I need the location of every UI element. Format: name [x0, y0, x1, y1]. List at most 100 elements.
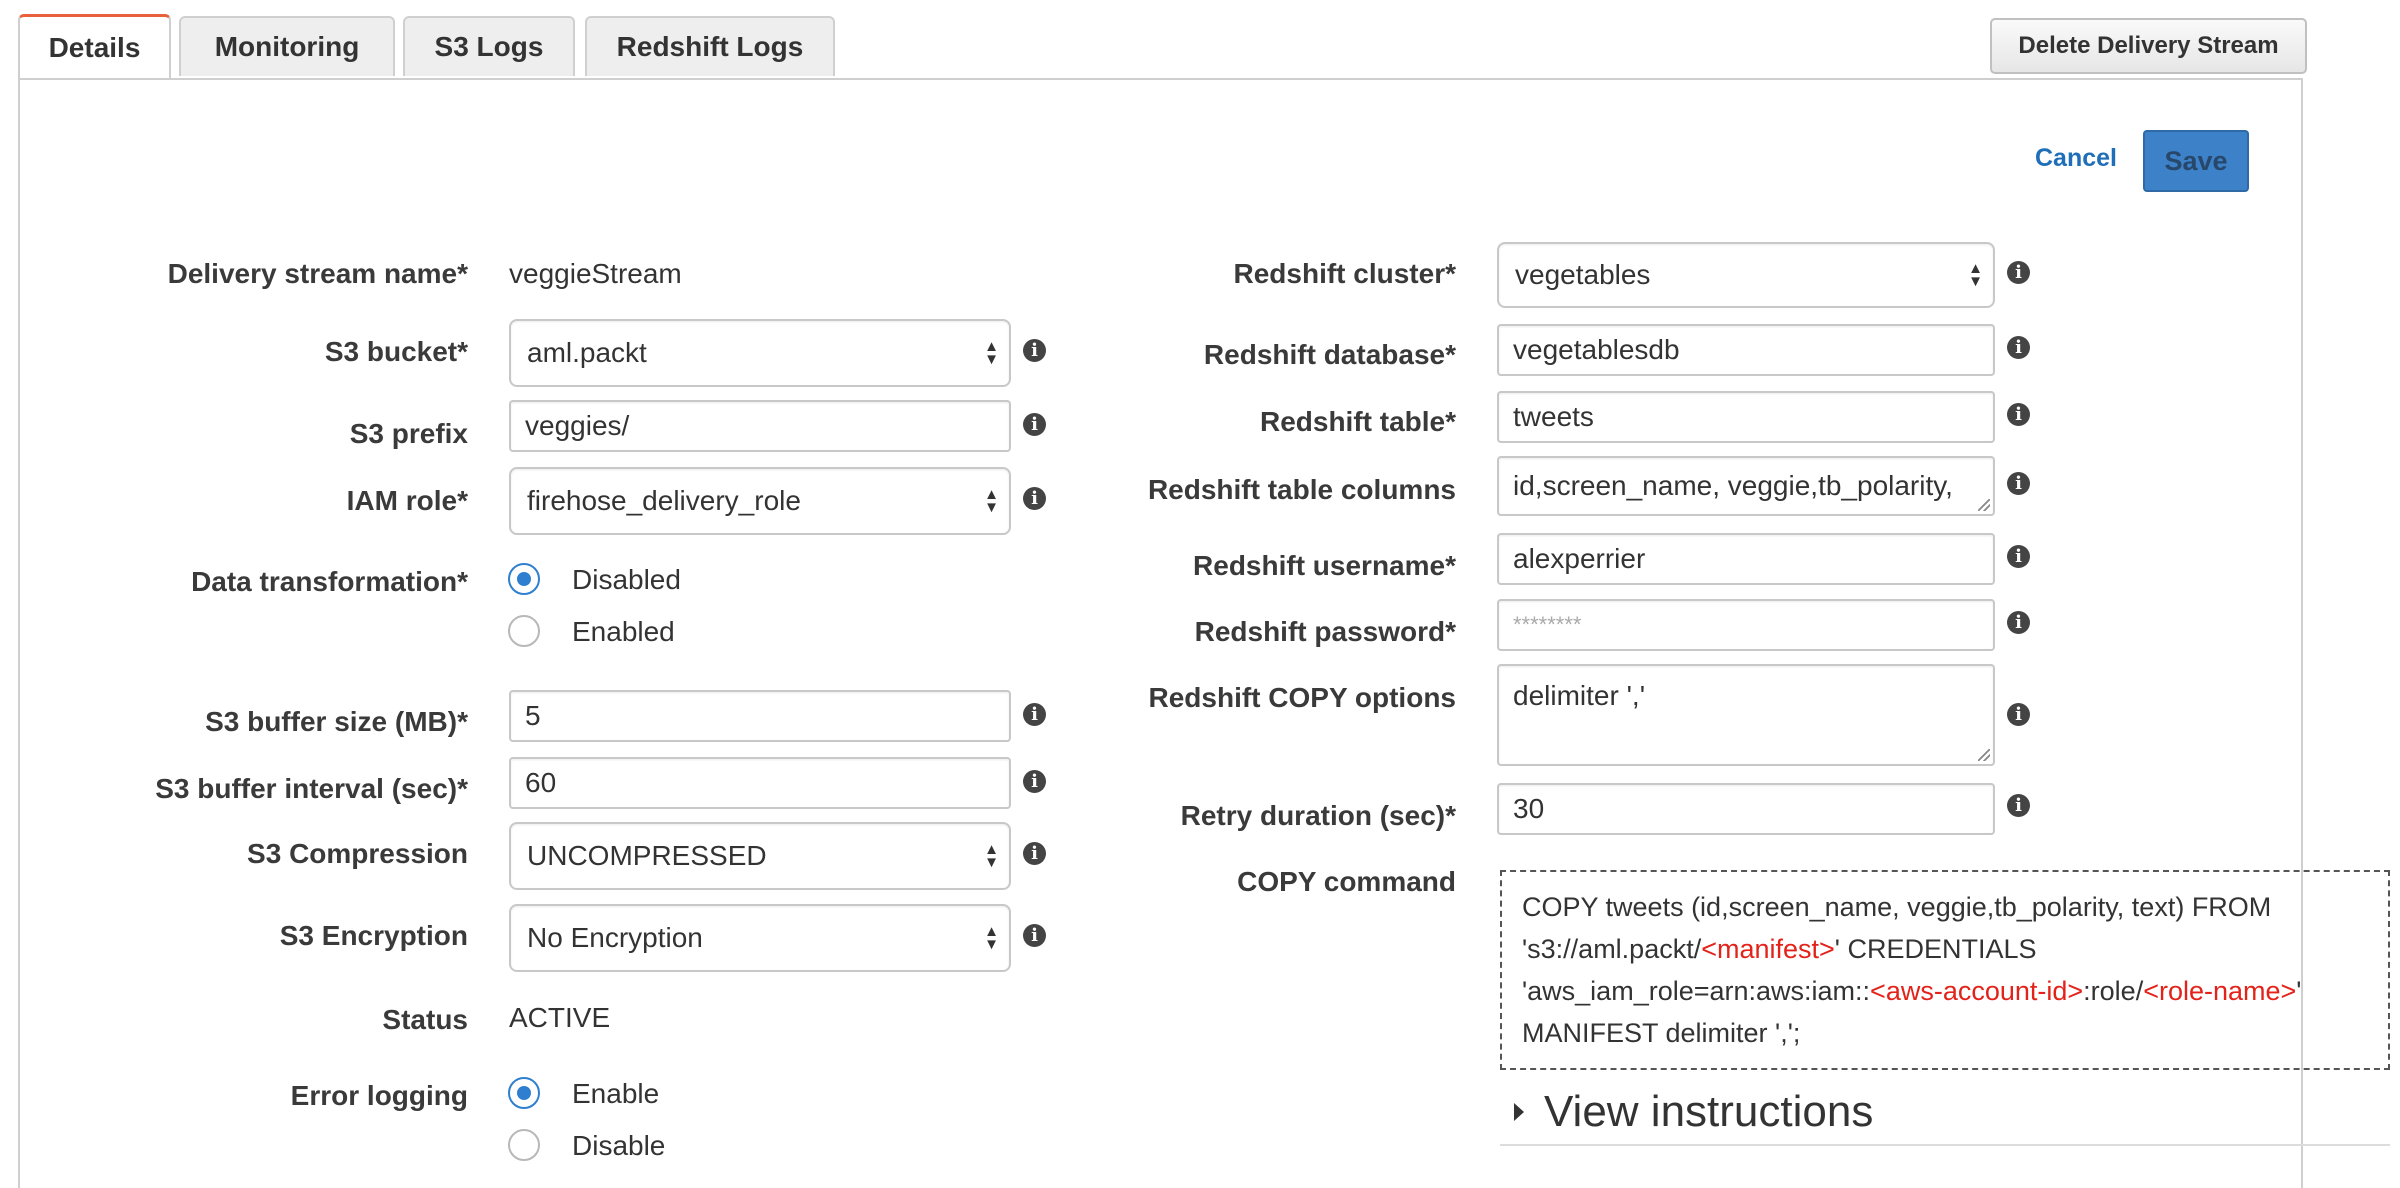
redshift-table-input[interactable]: tweets: [1497, 391, 1995, 443]
retry-duration-input[interactable]: 30: [1497, 783, 1995, 835]
s3-bucket-value: aml.packt: [527, 337, 647, 368]
redshift-database-input[interactable]: vegetablesdb: [1497, 324, 1995, 376]
info-icon[interactable]: i: [1023, 339, 1046, 362]
copy-command-label: COPY command: [1237, 866, 1456, 897]
s3-prefix-label: S3 prefix: [349, 418, 468, 449]
account-id-placeholder: <aws-account-id>: [1870, 976, 2084, 1006]
s3-buffer-interval-value: 60: [525, 767, 557, 798]
s3-buffer-size-label: S3 buffer size (MB)*: [205, 706, 468, 737]
redshift-table-columns-label: Redshift table columns: [1147, 474, 1456, 505]
error-logging-label: Error logging: [290, 1080, 468, 1111]
cancel-link[interactable]: Cancel: [2035, 144, 2117, 173]
select-arrows-icon: ▲ ▼: [984, 338, 999, 368]
info-icon[interactable]: i: [2007, 611, 2030, 634]
transform-disabled-label[interactable]: Disabled: [572, 564, 681, 596]
manifest-placeholder: <manifest>: [1701, 934, 1835, 964]
redshift-username-value: alexperrier: [1513, 543, 1646, 574]
redshift-table-columns-textarea[interactable]: id,screen_name, veggie,tb_polarity,: [1497, 456, 1995, 516]
redshift-password-input[interactable]: ********: [1497, 599, 1995, 651]
redshift-username-input[interactable]: alexperrier: [1497, 533, 1995, 585]
error-logging-enable-label[interactable]: Enable: [572, 1078, 659, 1110]
copy-command-line-2: 's3://aml.packt/<manifest>' CREDENTIALS: [1522, 934, 2037, 964]
role-name-placeholder: <role-name>: [2143, 976, 2297, 1006]
copy-command-box: COPY tweets (id,screen_name, veggie,tb_p…: [1500, 870, 2390, 1070]
copy-command-line-1: COPY tweets (id,screen_name, veggie,tb_p…: [1522, 892, 2272, 922]
info-icon[interactable]: i: [2007, 472, 2030, 495]
redshift-username-label: Redshift username*: [1193, 550, 1456, 581]
s3-buffer-size-input[interactable]: 5: [509, 690, 1011, 742]
s3-prefix-input[interactable]: veggies/: [509, 400, 1011, 452]
iam-role-select[interactable]: firehose_delivery_role ▲ ▼: [509, 467, 1011, 535]
redshift-cluster-label: Redshift cluster*: [1233, 258, 1457, 289]
info-icon[interactable]: i: [1023, 770, 1046, 793]
retry-duration-label: Retry duration (sec)*: [1180, 800, 1456, 831]
tab-monitoring[interactable]: Monitoring: [179, 16, 395, 76]
redshift-database-label: Redshift database*: [1203, 339, 1456, 370]
select-arrows-icon: ▲ ▼: [1968, 260, 1983, 290]
s3-bucket-select[interactable]: aml.packt ▲ ▼: [509, 319, 1011, 387]
stream-name-label: Delivery stream name*: [167, 258, 468, 289]
transform-disabled-radio[interactable]: [508, 563, 540, 595]
copy-command-line-4: MANIFEST delimiter ',';: [1522, 1018, 1801, 1048]
redshift-copy-options-label: Redshift COPY options: [1148, 682, 1457, 713]
redshift-cluster-select[interactable]: vegetables ▲ ▼: [1497, 242, 1995, 308]
s3-compression-label: S3 Compression: [247, 838, 468, 869]
save-button[interactable]: Save: [2143, 130, 2249, 192]
redshift-copy-options-value: delimiter ',': [1513, 680, 1646, 711]
s3-buffer-interval-label: S3 buffer interval (sec)*: [155, 773, 468, 804]
info-icon[interactable]: i: [2007, 336, 2030, 359]
redshift-table-columns-value: id,screen_name, veggie,tb_polarity,: [1513, 470, 1953, 501]
retry-duration-value: 30: [1513, 793, 1545, 824]
transform-enabled-label[interactable]: Enabled: [572, 616, 675, 648]
redshift-copy-options-textarea[interactable]: delimiter ',': [1497, 664, 1995, 766]
s3-encryption-select[interactable]: No Encryption ▲ ▼: [509, 904, 1011, 972]
redshift-table-label: Redshift table*: [1259, 406, 1456, 437]
delete-delivery-stream-button[interactable]: Delete Delivery Stream: [1990, 18, 2307, 74]
info-icon[interactable]: i: [2007, 261, 2030, 284]
iam-role-label: IAM role*: [346, 485, 468, 516]
resize-handle-icon[interactable]: [1978, 749, 1990, 761]
stream-name-value: veggieStream: [509, 258, 682, 289]
info-icon[interactable]: i: [1023, 703, 1046, 726]
redshift-database-value: vegetablesdb: [1513, 334, 1680, 365]
status-label: Status: [382, 1004, 468, 1035]
select-arrows-icon: ▲ ▼: [984, 486, 999, 516]
s3-encryption-label: S3 Encryption: [279, 920, 468, 951]
error-logging-disable-radio[interactable]: [508, 1129, 540, 1161]
transform-enabled-radio[interactable]: [508, 615, 540, 647]
s3-buffer-interval-input[interactable]: 60: [509, 757, 1011, 809]
info-icon[interactable]: i: [2007, 794, 2030, 817]
info-icon[interactable]: i: [1023, 413, 1046, 436]
iam-role-value: firehose_delivery_role: [527, 485, 801, 516]
error-logging-disable-label[interactable]: Disable: [572, 1130, 665, 1162]
redshift-table-value: tweets: [1513, 401, 1594, 432]
error-logging-enable-radio[interactable]: [508, 1077, 540, 1109]
view-instructions-toggle[interactable]: View instructions: [1500, 1080, 2390, 1146]
copy-command-line-3: 'aws_iam_role=arn:aws:iam::<aws-account-…: [1522, 976, 2302, 1006]
info-icon[interactable]: i: [1023, 842, 1046, 865]
caret-right-icon: [1514, 1103, 1524, 1121]
select-arrows-icon: ▲ ▼: [984, 923, 999, 953]
s3-buffer-size-value: 5: [525, 700, 541, 731]
view-instructions-label: View instructions: [1544, 1087, 1874, 1136]
s3-encryption-value: No Encryption: [527, 922, 703, 953]
resize-handle-icon[interactable]: [1978, 499, 1990, 511]
s3-compression-select[interactable]: UNCOMPRESSED ▲ ▼: [509, 822, 1011, 890]
info-icon[interactable]: i: [2007, 545, 2030, 568]
s3-prefix-value: veggies/: [525, 410, 630, 441]
info-icon[interactable]: i: [1023, 487, 1046, 510]
redshift-cluster-value: vegetables: [1515, 259, 1651, 290]
select-arrows-icon: ▲ ▼: [984, 841, 999, 871]
tab-s3-logs[interactable]: S3 Logs: [403, 16, 575, 76]
info-icon[interactable]: i: [1023, 924, 1046, 947]
data-transformation-label: Data transformation*: [191, 566, 468, 597]
redshift-password-label: Redshift password*: [1194, 616, 1456, 647]
redshift-password-placeholder: ********: [1513, 612, 1582, 637]
s3-bucket-label: S3 bucket*: [324, 336, 468, 367]
tab-redshift-logs[interactable]: Redshift Logs: [585, 16, 835, 76]
status-value: ACTIVE: [509, 1002, 611, 1033]
info-icon[interactable]: i: [2007, 703, 2030, 726]
s3-compression-value: UNCOMPRESSED: [527, 840, 767, 871]
info-icon[interactable]: i: [2007, 403, 2030, 426]
tab-details[interactable]: Details: [18, 14, 171, 78]
